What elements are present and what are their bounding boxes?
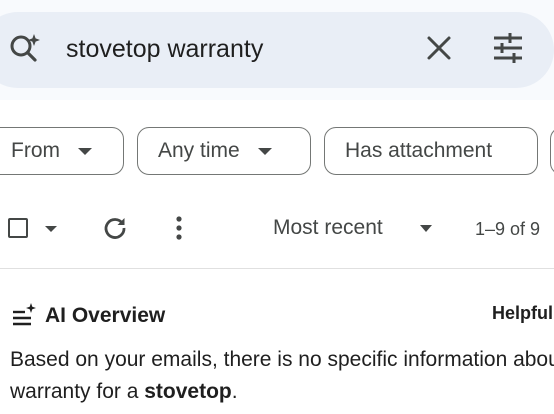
ai-overview-title: AI Overview	[45, 304, 166, 327]
divider	[0, 268, 554, 269]
chevron-down-icon	[78, 147, 92, 155]
more-vert-icon[interactable]	[168, 215, 190, 241]
pagination-count: 1–9 of 9	[475, 219, 541, 239]
sort-dropdown[interactable]: Most recent	[273, 215, 383, 241]
ai-overview-text-segment: .	[231, 380, 238, 403]
filter-chip-more[interactable]	[550, 127, 554, 175]
filter-chip-has-attachment[interactable]: Has attachment	[324, 127, 538, 175]
gmail-search-results: stovetop warranty From Any time Has atta…	[0, 0, 554, 414]
ai-overview-highlight: stovetop	[144, 380, 232, 403]
refresh-icon[interactable]	[102, 215, 128, 241]
chevron-down-icon[interactable]	[45, 226, 57, 232]
filter-chip-from[interactable]: From	[0, 127, 124, 175]
filter-chip-any-time[interactable]: Any time	[137, 127, 311, 175]
chevron-down-icon	[257, 147, 272, 155]
ai-overview-text: Based on your emails, there is no specif…	[10, 344, 554, 408]
chevron-down-icon[interactable]	[420, 225, 432, 232]
filter-chip-label: Any time	[158, 139, 240, 162]
search-sparkle-icon[interactable]	[7, 30, 43, 66]
ai-overview-line: Based on your emails, there is no specif…	[10, 348, 554, 371]
ai-summary-icon	[13, 303, 36, 326]
ai-overview-text-segment: warranty for a	[10, 380, 145, 403]
tune-icon[interactable]	[490, 30, 526, 66]
checkbox-icon[interactable]	[8, 218, 28, 238]
filter-chip-label: From	[11, 139, 60, 162]
filter-chip-label: Has attachment	[345, 139, 493, 162]
ai-overview-line: warranty for a stovetop.	[10, 376, 554, 408]
close-icon[interactable]	[424, 33, 454, 63]
helpful-feedback-button[interactable]: Helpful	[492, 300, 553, 326]
search-input[interactable]: stovetop warranty	[66, 34, 263, 64]
